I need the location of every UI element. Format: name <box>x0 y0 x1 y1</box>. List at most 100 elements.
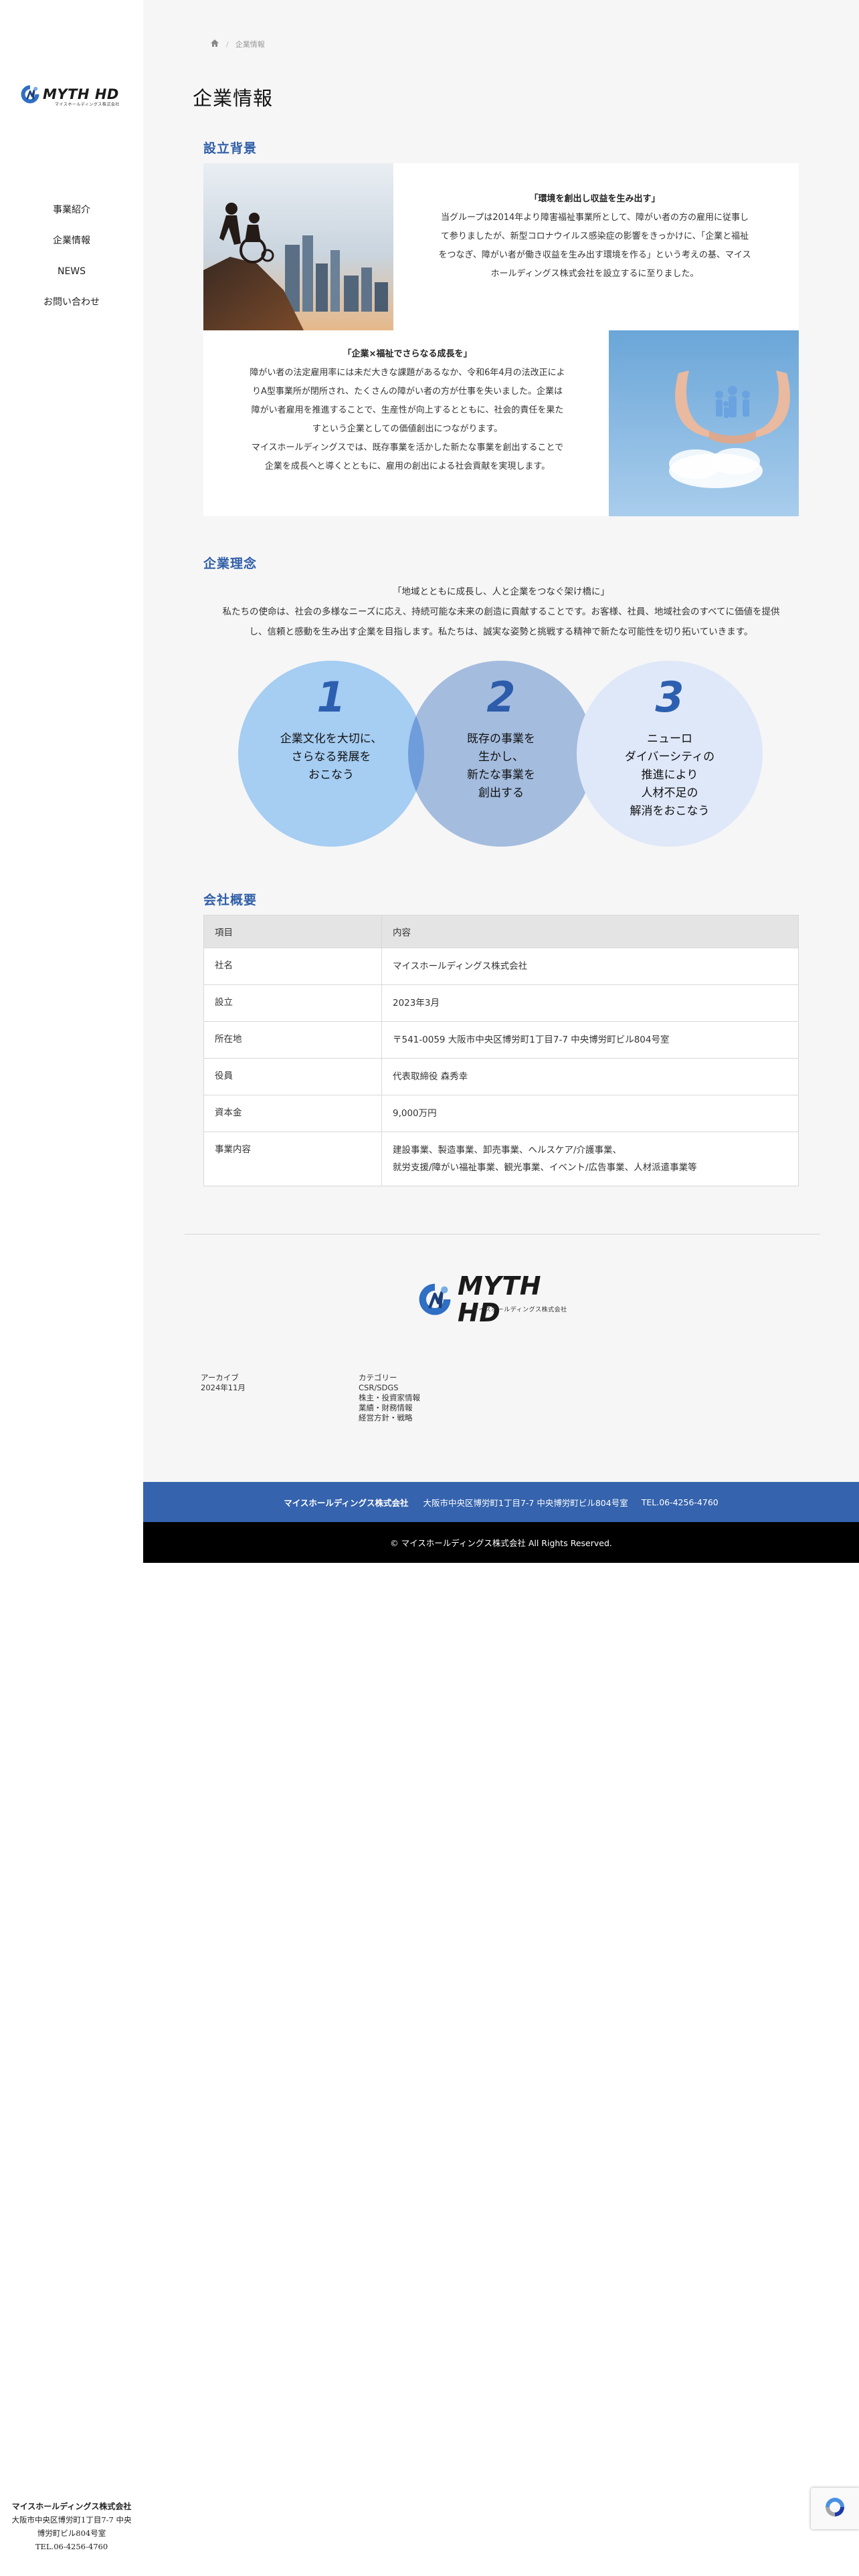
background-line: すという企業としての価値創出につながります。 <box>312 424 503 434</box>
footer-address: 大阪市中央区博労町1丁目7-7 中央博労町ビル804号室 <box>423 1497 628 1508</box>
footer-company-bar: マイスホールディングス株式会社 大阪市中央区博労町1丁目7-7 中央博労町ビル8… <box>143 1482 859 1522</box>
row-value-line: 9,000万円 <box>393 1108 437 1119</box>
nav-item-news[interactable]: NEWS <box>0 262 143 293</box>
background-line: ホールディングス株式会社を設立するに至りました。 <box>490 269 699 279</box>
table-row: 役員 代表取締役 森秀幸 <box>203 1058 799 1095</box>
philosophy-circle-3: 3 ニューロ ダイバーシティの 推進により 人材不足の 解消をおこなう <box>577 661 763 847</box>
photo-wheelchair-city <box>203 163 393 330</box>
table-row: 資本金 9,000万円 <box>203 1095 799 1132</box>
recaptcha-icon <box>824 2496 846 2521</box>
background-block-2: 「企業×福祉でさらなる成長を」 障がい者の法定雇用率には未だ大きな課題があるなか… <box>203 330 799 516</box>
logo-mark-icon <box>417 1282 452 1317</box>
row-label: 社名 <box>203 948 382 985</box>
footer-archive: アーカイブ 2024年11月 <box>201 1373 246 1393</box>
photo-hands-family <box>609 330 799 516</box>
sidebar-logo[interactable]: MYTH HD マイスホールディングス株式会社 <box>20 84 127 107</box>
nav-item-contact[interactable]: お問い合わせ <box>0 293 143 324</box>
sidebar-footer-company: マイスホールディングス株式会社 <box>11 2502 132 2511</box>
philosophy-line: し、信頼と感動を生み出す企業を目指します。私たちは、誠実な姿勢と挑戦する精神で新… <box>249 627 753 637</box>
footer-tel: TEL.06-4256-4760 <box>641 1497 719 1507</box>
recaptcha-badge[interactable] <box>811 2488 859 2529</box>
table-header-row: 項目 内容 <box>203 915 799 948</box>
circle-text: 既存の事業を 生かし、 新たな事業を 創出する <box>467 732 535 800</box>
footer-logo[interactable]: MYTH HD マイスホールディングス株式会社 <box>417 1273 591 1326</box>
background-line: て参りましたが、新型コロナウイルス感染症の影響をきっかけに、「企業と福祉 <box>440 231 749 241</box>
sidebar: MYTH HD マイスホールディングス株式会社 事業紹介 企業情報 NEWS お… <box>0 0 143 2576</box>
philosophy-circle-2: 2 既存の事業を 生かし、 新たな事業を 創出する <box>408 661 594 847</box>
row-label: 役員 <box>203 1058 382 1095</box>
row-label: 設立 <box>203 984 382 1022</box>
section-title-background: 設立背景 <box>203 141 258 156</box>
main-content: / 企業情報 企業情報 設立背景 「環境を創出し収益を生み出す」 当グループは2… <box>143 0 859 1563</box>
breadcrumb-current: 企業情報 <box>235 40 265 49</box>
category-link[interactable]: 株主・投資家情報 <box>359 1393 420 1403</box>
row-value-line: 建設事業、製造事業、卸売事業、ヘルスケア/介護事業、 <box>393 1145 622 1156</box>
background-line: マイスホールディングスでは、既存事業を活かした新たな事業を創出することで <box>251 443 564 453</box>
row-label: 事業内容 <box>203 1132 382 1186</box>
nav-item-company[interactable]: 企業情報 <box>0 231 143 262</box>
philosophy-text: 「地域とともに成長し、人と企業をつなぐ架け橋に」 私たちの使命は、社会の多様なニ… <box>203 582 799 642</box>
row-value: 〒541-0059 大阪市中央区博労町1丁目7-7 中央博労町ビル804号室 <box>381 1021 799 1059</box>
row-label: 所在地 <box>203 1021 382 1059</box>
sidebar-footer: マイスホールディングス株式会社 大阪市中央区博労町1丁目7-7 中央 博労町ビル… <box>0 2500 143 2553</box>
logo-subtext: マイスホールディングス株式会社 <box>472 1307 567 1313</box>
category-link[interactable]: 経営方針・戦略 <box>359 1413 420 1423</box>
sidebar-footer-tel: TEL.06-4256-4760 <box>35 2542 108 2551</box>
row-value: 代表取締役 森秀幸 <box>381 1058 799 1095</box>
footer-divider <box>185 1234 820 1235</box>
category-heading: カテゴリー <box>359 1373 397 1382</box>
table-header-content: 内容 <box>381 915 799 948</box>
philosophy-line: 私たちの使命は、社会の多様なニーズに応え、持続可能な未来の創造に貢献することです… <box>222 607 780 617</box>
page-title: 企業情報 <box>193 87 274 110</box>
row-value: 9,000万円 <box>381 1095 799 1132</box>
row-value: 建設事業、製造事業、卸売事業、ヘルスケア/介護事業、 就労支援/障がい福祉事業、… <box>381 1132 799 1186</box>
background-line: 障がい者の法定雇用率には未だ大きな課題があるなか、令和6年4月の法改正によ <box>250 368 565 378</box>
row-value-line: マイスホールディングス株式会社 <box>393 961 528 972</box>
circle-number: 1 <box>316 673 346 722</box>
philosophy-circle-1: 1 企業文化を大切に、 さらなる発展を おこなう <box>238 661 424 847</box>
circle-number: 3 <box>655 673 684 722</box>
home-icon[interactable] <box>210 39 219 49</box>
section-title-philosophy: 企業理念 <box>203 556 258 571</box>
logo-text: MYTH HD <box>43 86 119 102</box>
sidebar-footer-address-1: 大阪市中央区博労町1丁目7-7 中央 <box>11 2515 132 2525</box>
row-value: 2023年3月 <box>381 984 799 1022</box>
background-text-2: 「企業×福祉でさらなる成長を」 障がい者の法定雇用率には未だ大きな課題があるなか… <box>217 345 598 476</box>
background-text-1: 「環境を創出し収益を生み出す」 当グループは2014年より障害福祉事業所として、… <box>404 190 785 284</box>
breadcrumb: / 企業情報 <box>210 39 265 49</box>
table-row: 所在地 〒541-0059 大阪市中央区博労町1丁目7-7 中央博労町ビル804… <box>203 1021 799 1059</box>
row-value-line: 〒541-0059 大阪市中央区博労町1丁目7-7 中央博労町ビル804号室 <box>393 1035 670 1045</box>
category-link[interactable]: 業績・財務情報 <box>359 1403 420 1413</box>
circle-text: ニューロ ダイバーシティの 推進により 人材不足の 解消をおこなう <box>624 732 715 818</box>
nav-item-business[interactable]: 事業紹介 <box>0 201 143 231</box>
background-heading-1: 「環境を創出し収益を生み出す」 <box>529 194 660 204</box>
background-block-1: 「環境を創出し収益を生み出す」 当グループは2014年より障害福祉事業所として、… <box>203 163 799 330</box>
logo-text: MYTH HD <box>458 1271 542 1327</box>
row-value: マイスホールディングス株式会社 <box>381 948 799 985</box>
archive-link[interactable]: 2024年11月 <box>201 1383 246 1393</box>
footer-category: カテゴリー CSR/SDGS 株主・投資家情報 業績・財務情報 経営方針・戦略 <box>359 1373 420 1423</box>
background-line: 障がい者雇用を推進することで、生産性が向上するとともに、社会的責任を果た <box>251 405 564 415</box>
sidebar-nav: 事業紹介 企業情報 NEWS お問い合わせ <box>0 201 143 324</box>
breadcrumb-separator: / <box>226 39 229 49</box>
table-row: 社名 マイスホールディングス株式会社 <box>203 948 799 985</box>
copyright-text: © マイスホールディングス株式会社 All Rights Reserved. <box>390 1538 612 1548</box>
section-title-overview: 会社概要 <box>203 893 258 907</box>
background-line: をつなぎ、障がい者が働き収益を生み出す環境を作る」という考えの基、マイス <box>438 250 751 260</box>
background-line: 企業を成長へと導くとともに、雇用の創出による社会貢献を実現します。 <box>264 461 551 471</box>
footer-copyright-bar: © マイスホールディングス株式会社 All Rights Reserved. <box>143 1522 859 1563</box>
category-link[interactable]: CSR/SDGS <box>359 1383 420 1393</box>
background-heading-2: 「企業×福祉でさらなる成長を」 <box>343 349 472 359</box>
company-overview-table: 項目 内容 社名 マイスホールディングス株式会社 設立 2023年3月 所在地 … <box>203 915 799 1186</box>
background-line: 当グループは2014年より障害福祉事業所として、障がい者の方の雇用に従事し <box>440 213 749 223</box>
sidebar-footer-address-2: 博労町ビル804号室 <box>37 2529 106 2538</box>
row-label: 資本金 <box>203 1095 382 1132</box>
archive-heading: アーカイブ <box>201 1373 239 1382</box>
table-row: 設立 2023年3月 <box>203 984 799 1022</box>
table-row: 事業内容 建設事業、製造事業、卸売事業、ヘルスケア/介護事業、 就労支援/障がい… <box>203 1132 799 1186</box>
logo-mark-icon <box>20 84 40 104</box>
circle-text: 企業文化を大切に、 さらなる発展を おこなう <box>280 732 383 782</box>
row-value-line: 2023年3月 <box>393 998 440 1008</box>
logo-subtext: マイスホールディングス株式会社 <box>55 102 120 107</box>
footer-company-name: マイスホールディングス株式会社 <box>284 1497 409 1508</box>
